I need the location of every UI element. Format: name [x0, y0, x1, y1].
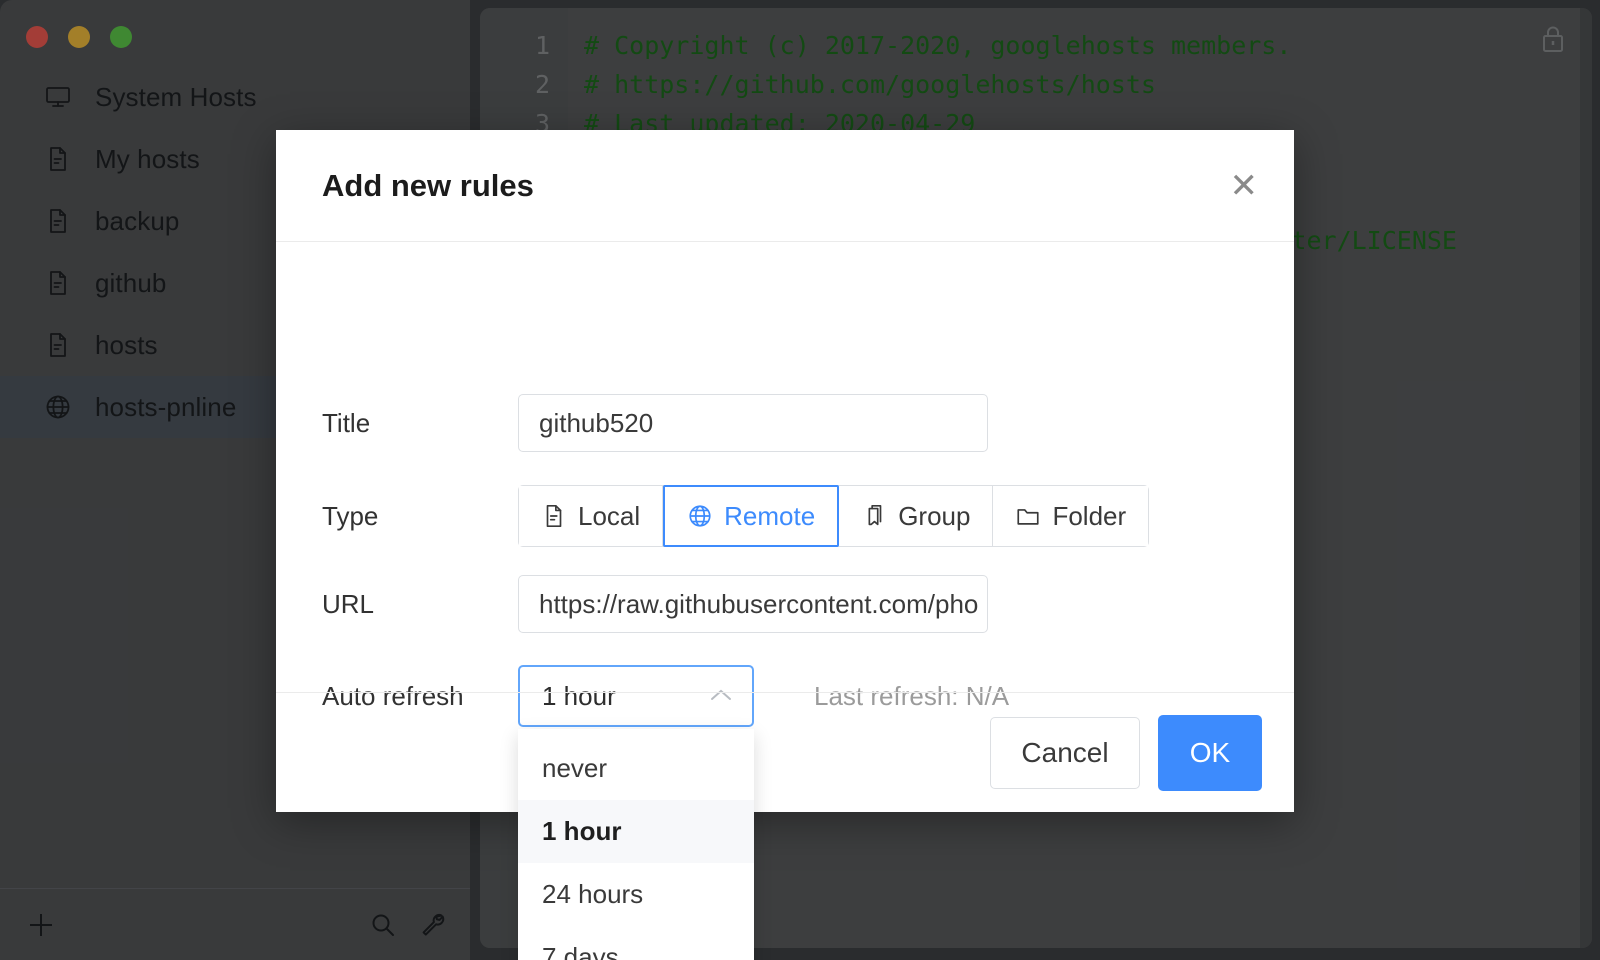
- type-option-group[interactable]: Group: [839, 486, 994, 546]
- dialog-footer: Cancel OK: [276, 692, 1294, 812]
- document-icon: [541, 503, 567, 529]
- dialog-title: Add new rules: [322, 167, 534, 203]
- type-segmented-control: Local Remote Group Folder: [518, 485, 1150, 547]
- type-label: Type: [322, 500, 379, 531]
- form-row-url: URL https://raw.githubusercontent.com/ph…: [276, 575, 1294, 633]
- title-input[interactable]: github520: [518, 394, 988, 452]
- close-dialog-button[interactable]: ✕: [1230, 169, 1259, 203]
- app-window: System Hosts My hosts backup github hosts hos…: [0, 0, 1600, 960]
- cancel-button[interactable]: Cancel: [990, 716, 1140, 789]
- globe-icon: [687, 503, 713, 529]
- document-icon: [546, 504, 562, 528]
- dialog-body: Title github520 Type Local Remote Group Fol…: [276, 242, 1294, 960]
- ok-button[interactable]: OK: [1158, 714, 1262, 791]
- type-option-label: Remote: [724, 500, 816, 531]
- auto-refresh-option-never[interactable]: never: [518, 737, 754, 800]
- type-option-local[interactable]: Local: [519, 486, 664, 546]
- add-new-rules-dialog: Add new rules ✕ Title github520 Type Loc…: [276, 130, 1294, 960]
- type-option-label: Local: [578, 500, 641, 531]
- type-option-label: Folder: [1052, 500, 1127, 531]
- form-row-title: Title github520: [276, 394, 1294, 452]
- url-label: URL: [322, 588, 375, 619]
- type-option-folder[interactable]: Folder: [993, 486, 1149, 546]
- stack-icon: [861, 503, 887, 529]
- url-input[interactable]: https://raw.githubusercontent.com/pho: [518, 575, 988, 633]
- folder-icon: [1015, 503, 1041, 529]
- folder-icon: [1017, 509, 1040, 525]
- title-label: Title: [322, 407, 371, 438]
- auto-refresh-option-7-days[interactable]: 7 days: [518, 926, 754, 960]
- auto-refresh-dropdown: never 1 hour 24 hours 7 days: [518, 729, 754, 960]
- type-option-label: Group: [898, 500, 971, 531]
- type-option-remote[interactable]: Remote: [663, 485, 840, 547]
- form-row-type: Type Local Remote Group Folder: [276, 485, 1294, 547]
- auto-refresh-option-1-hour[interactable]: 1 hour: [518, 800, 754, 863]
- stack-icon: [868, 504, 882, 526]
- dialog-header: Add new rules ✕: [276, 130, 1294, 242]
- auto-refresh-option-24-hours[interactable]: 24 hours: [518, 863, 754, 926]
- globe-icon: [689, 505, 711, 527]
